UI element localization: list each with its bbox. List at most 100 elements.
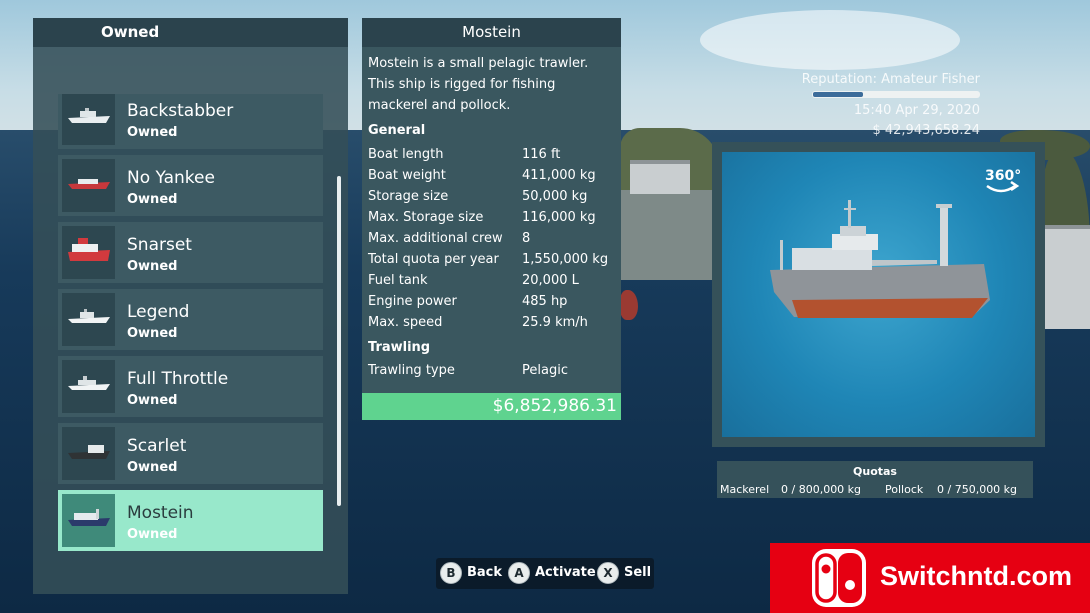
stat-value: 25.9 km/h xyxy=(522,315,588,330)
quotas-panel: Quotas Mackerel 0 / 800,000 kg Pollock 0… xyxy=(717,461,1033,498)
stat-value: Pelagic xyxy=(522,363,568,378)
switch-logo-icon xyxy=(812,549,866,607)
ship-preview-frame: 360° xyxy=(712,142,1045,447)
reputation-bar-fill xyxy=(813,92,863,97)
boat-icon xyxy=(68,309,110,323)
stat-label: Trawling type xyxy=(368,363,455,378)
stat-row: Total quota per year 1,550,000 kg xyxy=(368,249,618,270)
stat-row: Boat weight 411,000 kg xyxy=(368,165,618,186)
ship-thumbnail xyxy=(62,360,115,413)
stat-row: Engine power 485 hp xyxy=(368,291,618,312)
ship-preview-viewport[interactable]: 360° xyxy=(722,152,1035,437)
reputation-label: Reputation: Amateur Fisher xyxy=(801,72,980,87)
details-title: Mostein xyxy=(362,18,621,47)
owned-list-scrollbar[interactable] xyxy=(337,176,341,506)
quota-species: Mackerel xyxy=(720,483,770,496)
x-button-icon: X xyxy=(597,562,619,584)
stat-row: Max. additional crew 8 xyxy=(368,228,618,249)
stat-value: 116,000 kg xyxy=(522,210,596,225)
stat-label: Max. Storage size xyxy=(368,210,484,225)
owned-ships-panel: Owned Backstabber Owned No Yankee Owned … xyxy=(33,18,348,594)
stat-row: Max. speed 25.9 km/h xyxy=(368,312,618,333)
ship-status: Owned xyxy=(127,527,178,542)
ship-description: Mostein is a small pelagic trawler. This… xyxy=(368,56,589,113)
ship-thumbnail xyxy=(62,427,115,480)
ship-name: Scarlet xyxy=(127,436,187,456)
ship-item-mostein[interactable]: Mostein Owned xyxy=(58,490,323,551)
stat-label: Total quota per year xyxy=(368,252,499,267)
trawling-section-title: Trawling xyxy=(368,340,431,355)
rotate-360-icon[interactable]: 360° xyxy=(981,162,1021,202)
ship-thumbnail xyxy=(62,159,115,212)
ship-name: Backstabber xyxy=(127,101,234,121)
stat-row: Trawling type Pelagic xyxy=(368,360,618,381)
ship-thumbnail xyxy=(62,226,115,279)
building xyxy=(630,160,690,194)
ship-price: $6,852,986.31 xyxy=(362,393,621,420)
ship-name: Full Throttle xyxy=(127,369,229,389)
back-label: Back xyxy=(467,565,503,580)
ship-item-no-yankee[interactable]: No Yankee Owned xyxy=(58,155,323,216)
ship-thumbnail xyxy=(62,494,115,547)
ship-name: Snarset xyxy=(127,235,192,255)
ship-status: Owned xyxy=(127,259,178,274)
ship-status: Owned xyxy=(127,326,178,341)
ship-thumbnail xyxy=(62,94,115,145)
activate-label: Activate xyxy=(535,565,596,580)
ship-item-snarset[interactable]: Snarset Owned xyxy=(58,222,323,283)
quota-value: 0 / 800,000 kg xyxy=(781,483,862,496)
stat-row: Max. Storage size 116,000 kg xyxy=(368,207,618,228)
stat-label: Fuel tank xyxy=(368,273,428,288)
quota-species: Pollock xyxy=(885,483,924,496)
quotas-title: Quotas xyxy=(853,465,897,478)
boat-icon xyxy=(68,445,110,459)
stat-value: 8 xyxy=(522,231,531,246)
stat-label: Storage size xyxy=(368,189,449,204)
owned-ships-list: Backstabber Owned No Yankee Owned Snarse… xyxy=(58,94,328,554)
ship-item-backstabber[interactable]: Backstabber Owned xyxy=(58,94,323,149)
controller-hints: B Back A Activate X Sell xyxy=(436,558,654,589)
stat-value: 116 ft xyxy=(522,147,561,162)
rotate-label: 360° xyxy=(985,168,1021,184)
stat-value: 411,000 kg xyxy=(522,168,596,183)
stat-label: Max. additional crew xyxy=(368,231,503,246)
boat-icon xyxy=(68,108,110,123)
ship-status: Owned xyxy=(127,125,178,140)
boat-icon xyxy=(68,238,110,261)
stat-label: Boat length xyxy=(368,147,444,162)
sell-label: Sell xyxy=(624,565,652,580)
boat-icon xyxy=(68,509,110,526)
watermark-text: Switchntd.com xyxy=(880,561,1073,591)
game-clock: 15:40 Apr 29, 2020 xyxy=(853,103,980,118)
ship-name: Mostein xyxy=(127,503,194,523)
boat-icon xyxy=(68,376,110,390)
stat-row: Boat length 116 ft xyxy=(368,144,618,165)
stat-row: Storage size 50,000 kg xyxy=(368,186,618,207)
ship-name: No Yankee xyxy=(127,168,215,188)
boat-icon xyxy=(68,179,110,189)
ship-thumbnail xyxy=(62,293,115,346)
a-button-icon: A xyxy=(508,562,530,584)
ship-status: Owned xyxy=(127,192,178,207)
ship-status: Owned xyxy=(127,460,178,475)
ship-item-scarlet[interactable]: Scarlet Owned xyxy=(58,423,323,484)
quota-value: 0 / 750,000 kg xyxy=(937,483,1018,496)
stat-label: Engine power xyxy=(368,294,457,309)
pier xyxy=(620,190,715,280)
moored-boat xyxy=(620,290,638,320)
stat-value: 485 hp xyxy=(522,294,568,309)
ship-name: Legend xyxy=(127,302,190,322)
ship-item-full-throttle[interactable]: Full Throttle Owned xyxy=(58,356,323,417)
building xyxy=(1045,225,1090,329)
ship-item-legend[interactable]: Legend Owned xyxy=(58,289,323,350)
stat-value: 1,550,000 kg xyxy=(522,252,609,267)
stat-label: Max. speed xyxy=(368,315,443,330)
ship-details-panel: Mostein Mostein is a small pelagic trawl… xyxy=(362,18,621,420)
general-section-title: General xyxy=(368,123,426,138)
cloud xyxy=(700,10,960,70)
stat-value: 50,000 kg xyxy=(522,189,588,204)
reputation-bar xyxy=(812,91,980,98)
money-balance: $ 42,943,658.24 xyxy=(872,123,980,138)
b-button-icon: B xyxy=(440,562,462,584)
site-watermark: Switchntd.com xyxy=(770,543,1090,613)
